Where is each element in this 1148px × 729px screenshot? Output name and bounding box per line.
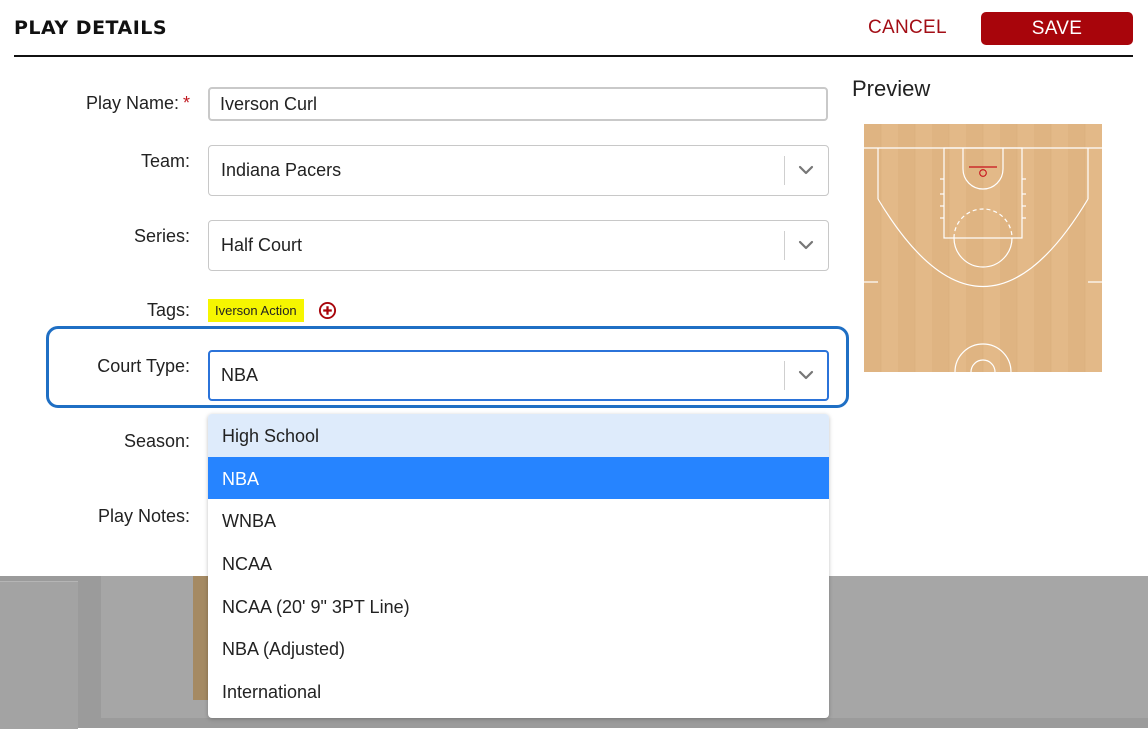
court-type-select-value: NBA	[221, 365, 259, 385]
chevron-down-icon[interactable]	[794, 363, 818, 387]
play-name-input[interactable]: Iverson Curl	[208, 87, 828, 121]
background-court-edge	[193, 576, 209, 700]
court-preview	[864, 124, 1102, 372]
tag-chip[interactable]: Iverson Action	[208, 299, 304, 322]
series-select-value: Half Court	[221, 235, 303, 255]
required-marker: *	[182, 93, 190, 113]
preview-title: Preview	[852, 76, 931, 101]
cancel-button[interactable]: CANCEL	[868, 17, 947, 39]
team-select-value: Indiana Pacers	[221, 160, 342, 180]
court-type-dropdown-menu: High School NBA WNBA NCAA NCAA (20' 9" 3…	[208, 414, 829, 718]
option-ncaa-20-9[interactable]: NCAA (20' 9" 3PT Line)	[208, 585, 829, 628]
team-label: Team:	[140, 151, 190, 171]
tags-label: Tags:	[146, 300, 190, 320]
add-tag-icon[interactable]	[318, 301, 337, 320]
option-wnba[interactable]: WNBA	[208, 499, 829, 542]
play-name-label: Play Name: *	[85, 93, 190, 113]
court-floor	[864, 124, 1102, 372]
series-label: Series:	[133, 226, 190, 246]
play-notes-label: Play Notes:	[97, 506, 190, 526]
option-ncaa[interactable]: NCAA	[208, 542, 829, 585]
court-type-label: Court Type:	[97, 356, 190, 376]
select-separator	[784, 231, 785, 260]
chevron-down-icon[interactable]	[794, 233, 818, 257]
option-high-school[interactable]: High School	[208, 414, 829, 457]
chevron-down-icon[interactable]	[794, 158, 818, 182]
court-type-select[interactable]: NBA	[208, 350, 829, 401]
page-title: PLAY DETAILS	[14, 17, 168, 39]
series-select[interactable]: Half Court	[208, 220, 829, 271]
select-separator	[784, 361, 785, 390]
dialog-header: PLAY DETAILS CANCEL SAVE	[14, 0, 1133, 57]
background-panel-left	[0, 581, 78, 729]
select-separator	[784, 156, 785, 185]
save-button[interactable]: SAVE	[981, 12, 1133, 45]
option-international[interactable]: International	[208, 670, 829, 713]
season-label: Season:	[123, 431, 190, 451]
option-nba-adjusted[interactable]: NBA (Adjusted)	[208, 627, 829, 670]
option-nba[interactable]: NBA	[208, 456, 829, 500]
team-select[interactable]: Indiana Pacers	[208, 145, 829, 196]
